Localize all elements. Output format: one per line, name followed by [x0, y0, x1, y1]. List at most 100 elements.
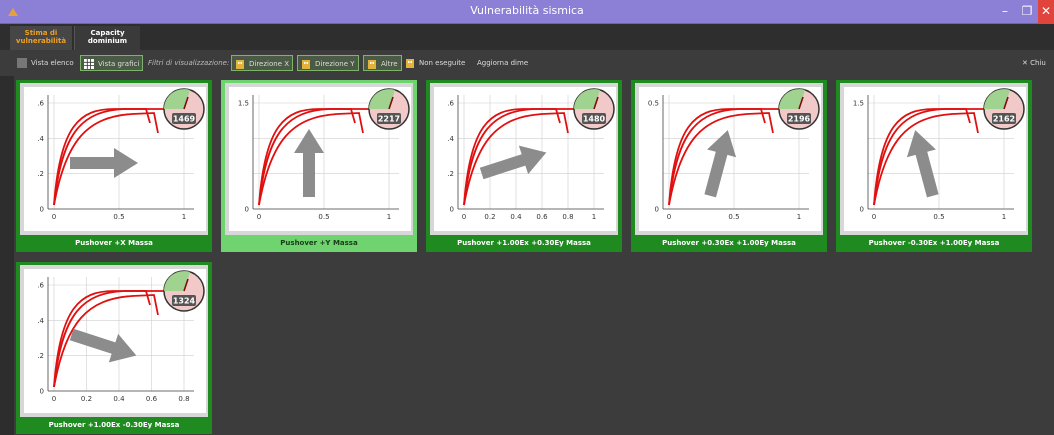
x-tick-label: 1 — [182, 213, 186, 221]
y-tick-label: 0.5 — [648, 100, 659, 108]
y-tick-label: 1.5 — [238, 100, 249, 108]
x-tick-label: 0.5 — [933, 213, 944, 221]
pushover-card[interactable]: .6 .4 .2 0 0 0.2 0.4 0.6 0.8 1 1480 Pushover +1.00E… — [426, 80, 622, 252]
close-window-button[interactable]: ✕ — [1038, 0, 1054, 24]
pushover-card[interactable]: .6 .4 .2 0 0 0.2 0.4 0.6 0.8 1324 Pushover +1.00Ex… — [16, 262, 212, 434]
x-tick-label: 0 — [667, 213, 671, 221]
y-tick-label: .6 — [37, 282, 44, 290]
direction-arrow — [294, 129, 324, 197]
pushover-card[interactable]: 1.5 0 0 0.5 1 2162 Pushover -0.30Ex +1.00Ey Ma… — [836, 80, 1032, 252]
plot-frame: 1.5 0 0 0.5 1 2217 — [225, 83, 413, 235]
maximize-button[interactable]: ❐ — [1016, 0, 1038, 24]
gauge-value: 1480 — [583, 115, 606, 124]
list-view-button[interactable]: Vista elenco — [16, 55, 74, 71]
pushover-curve-chart: 1.5 00 0.5 1 2217 — [238, 88, 410, 221]
pushover-curve-chart: 1.5 00 0.5 1 2162 — [853, 88, 1025, 221]
pushover-curve-chart: 0.5 00 0.5 1 2196 — [648, 88, 820, 221]
window-title: Vulnerabilità sismica — [470, 4, 584, 17]
x-tick-label: 0.6 — [146, 395, 158, 403]
plot-frame: .6 .4 .2 0 0 0.2 0.4 0.6 0.8 1 1480 — [430, 83, 618, 235]
card-caption: Pushover +1.00Ex -0.30Ey Massa — [48, 421, 180, 429]
plot-frame: 1.5 0 0 0.5 1 2162 — [840, 83, 1028, 235]
card-caption: Pushover -0.30Ex +1.00Ey Massa — [868, 239, 1000, 247]
x-tick-label: 0 — [872, 213, 876, 221]
y-tick-label: 0 — [655, 206, 659, 214]
pushover-plot: .6 .4 .2 0 0 0.2 0.4 0.6 0.8 1 1480 — [434, 87, 616, 231]
y-tick-label: .2 — [37, 170, 44, 178]
pushover-plot: .6 .4 .2 0 0 0.5 1 1469 — [24, 87, 206, 231]
list-icon — [17, 58, 27, 68]
filter-label: Filtri di visualizzazione: — [148, 59, 230, 67]
direction-y-label: Direzione Y — [315, 60, 355, 68]
filter-direction-y[interactable]: Direzione Y — [297, 55, 359, 71]
x-tick-label: 0 — [52, 213, 56, 221]
y-tick-label: .6 — [37, 100, 44, 108]
direction-arrow — [906, 130, 939, 198]
tab-label-line1: Capacity — [90, 29, 125, 37]
minimize-button[interactable]: – — [994, 0, 1016, 24]
x-tick-label: 1 — [592, 213, 596, 221]
pushover-plot: 0.5 0 0 0.5 1 2196 — [639, 87, 821, 231]
capacity-gauge: 2196 — [778, 88, 820, 130]
filter-others[interactable]: Altre — [363, 55, 402, 71]
direction-x-label: Direzione X — [249, 60, 290, 68]
y-tick-label: .4 — [447, 135, 454, 143]
building-icon — [236, 60, 244, 69]
title-bar: Vulnerabilità sismica – ❐ ✕ — [0, 0, 1054, 24]
close-panel-button[interactable]: ✕ Chiu — [1022, 55, 1046, 71]
y-tick-label: 0 — [40, 388, 44, 396]
pushover-curve — [668, 108, 792, 206]
plot-frame: .6 .4 .2 0 0 0.2 0.4 0.6 0.8 1324 — [20, 265, 208, 417]
x-tick-label: 0.5 — [318, 213, 329, 221]
capacity-gauge: 1469 — [163, 88, 205, 130]
card-caption: Pushover +0.30Ex +1.00Ey Massa — [662, 239, 796, 247]
pushover-curve-chart: .6 .4 .2 00 0.2 0.4 0.6 0.8 1 1480 — [447, 88, 615, 221]
others-label: Altre — [381, 60, 398, 68]
y-tick-label: .2 — [447, 170, 454, 178]
y-tick-label: .2 — [37, 352, 44, 360]
chart-view-button[interactable]: Vista grafici — [80, 55, 144, 71]
grid-icon — [84, 59, 94, 69]
y-tick-label: 0 — [245, 206, 249, 214]
direction-arrow — [704, 130, 737, 198]
card-caption: Pushover +X Massa — [75, 239, 153, 247]
capacity-gauge: 1324 — [163, 270, 205, 312]
gauge-value: 2162 — [993, 115, 1015, 124]
pushover-card[interactable]: 1.5 0 0 0.5 1 2217 Pushover +Y Massa — [221, 80, 417, 252]
y-tick-label: 0 — [40, 206, 44, 214]
x-tick-label: 1 — [387, 213, 391, 221]
gauge-value: 2196 — [788, 115, 811, 124]
building-icon — [368, 60, 376, 69]
x-tick-label: 0.2 — [81, 395, 92, 403]
filter-direction-x[interactable]: Direzione X — [231, 55, 294, 71]
tab-vulnerability-estimate[interactable]: Stima di vulnerabilità — [10, 26, 72, 50]
tab-capacity-dominium[interactable]: Capacity dominium — [74, 26, 140, 50]
y-tick-label: .4 — [37, 135, 44, 143]
x-tick-label: 0.8 — [178, 395, 189, 403]
x-tick-label: 0.5 — [113, 213, 124, 221]
pushover-card[interactable]: .6 .4 .2 0 0 0.5 1 1469 Pushover +X Massa — [16, 80, 212, 252]
y-tick-label: 1.5 — [853, 100, 864, 108]
pushover-curve-chart: .6 .4 .2 00 0.5 1 1469 — [37, 88, 205, 221]
update-dims-button[interactable]: Aggiorna dime — [477, 55, 528, 71]
gauge-value: 1324 — [173, 297, 196, 306]
card-caption: Pushover +Y Massa — [280, 239, 358, 247]
x-tick-label: 0.6 — [536, 213, 548, 221]
pushover-plot: .6 .4 .2 0 0 0.2 0.4 0.6 0.8 1324 — [24, 269, 206, 413]
chart-view-label: Vista grafici — [98, 60, 140, 68]
toolbar: Vista elenco Vista grafici Filtri di vis… — [0, 50, 1054, 76]
x-tick-label: 0.4 — [510, 213, 522, 221]
pushover-plot: 1.5 0 0 0.5 1 2217 — [229, 87, 411, 231]
y-tick-label: .6 — [447, 100, 454, 108]
pushover-card[interactable]: 0.5 0 0 0.5 1 2196 Pushover +0.30Ex +1.00Ey Ma… — [631, 80, 827, 252]
building-icon — [302, 60, 310, 69]
left-scroll-strip — [0, 76, 14, 435]
gauge-value: 1469 — [173, 115, 196, 124]
filter-not-run[interactable]: Non eseguite — [404, 55, 465, 71]
y-tick-label: 0 — [450, 206, 454, 214]
x-tick-label: 0.4 — [113, 395, 125, 403]
plot-frame: .6 .4 .2 0 0 0.5 1 1469 — [20, 83, 208, 235]
plot-frame: 0.5 0 0 0.5 1 2196 — [635, 83, 823, 235]
x-tick-label: 0.5 — [728, 213, 739, 221]
tab-bar: Stima di vulnerabilità Capacity dominium — [0, 24, 1054, 50]
